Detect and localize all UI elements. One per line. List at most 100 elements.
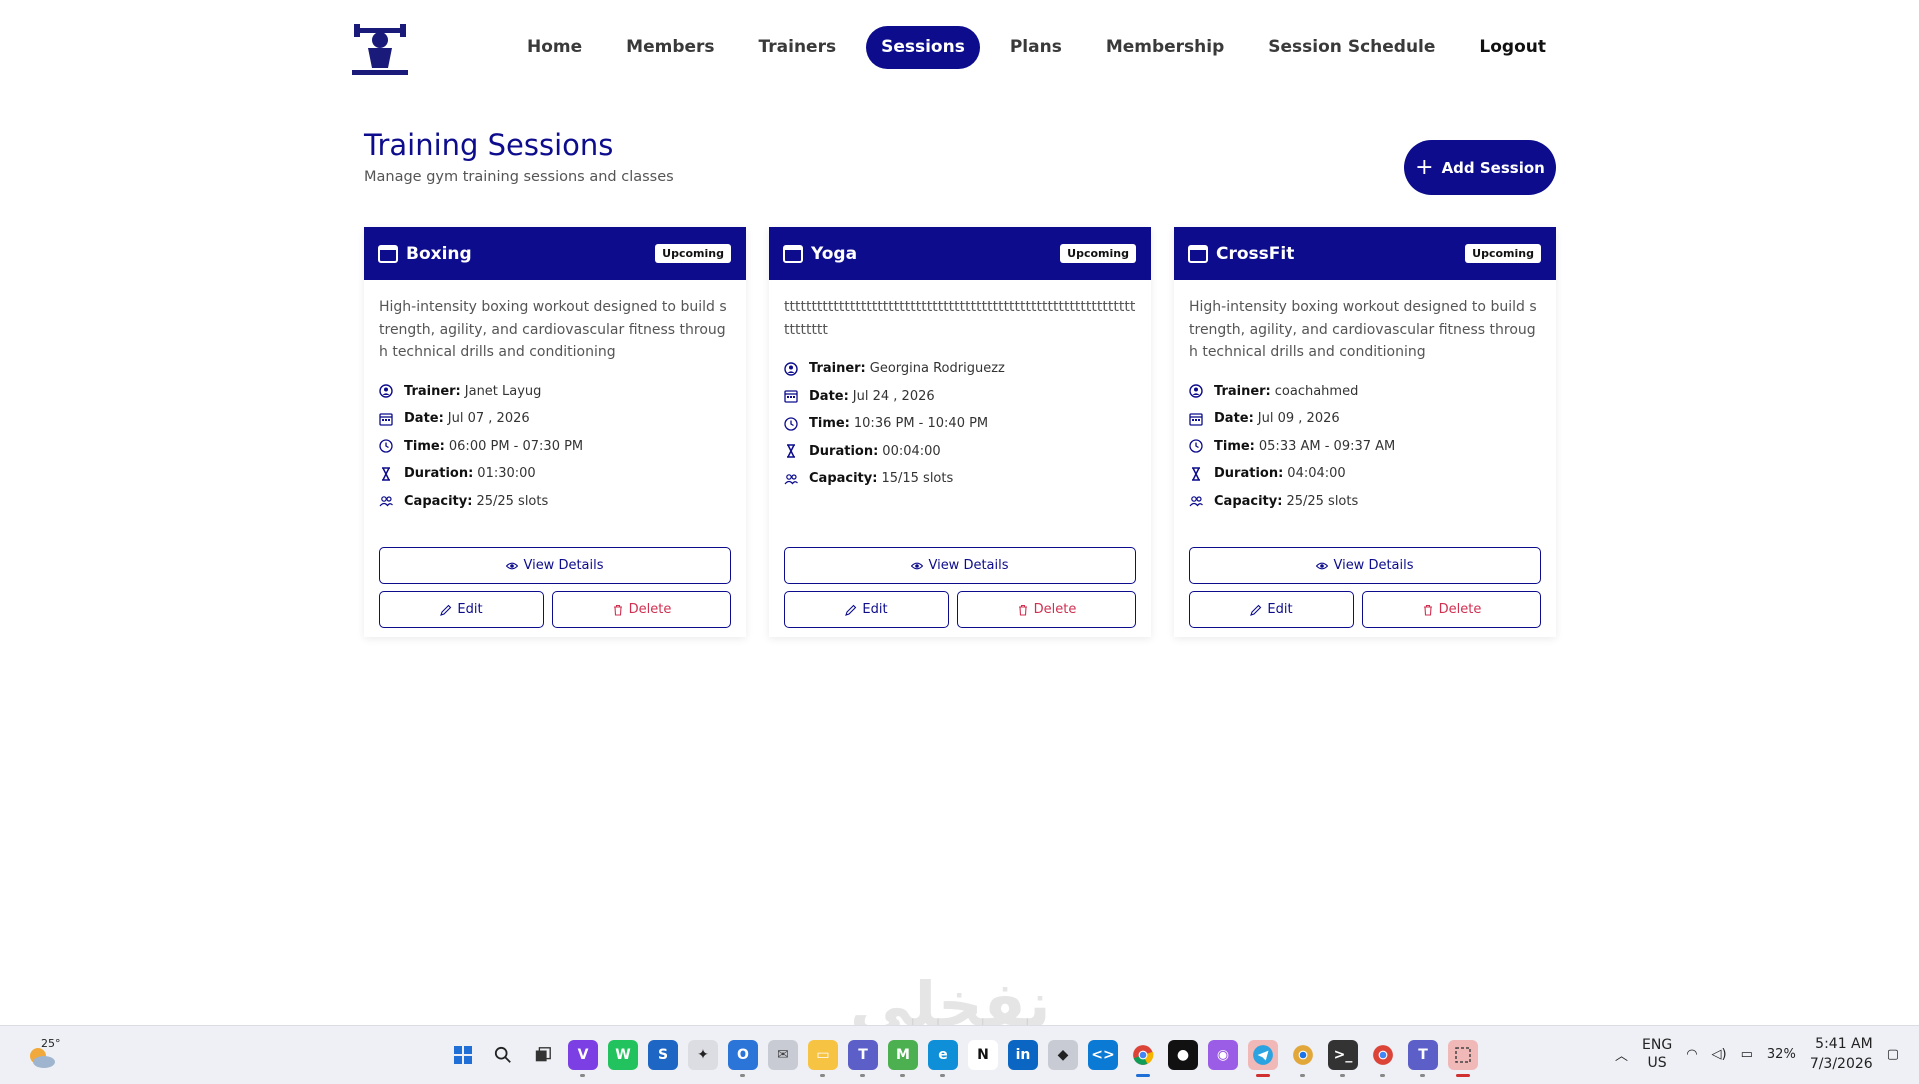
eye-icon: [911, 562, 924, 569]
add-session-label: Add Session: [1441, 158, 1545, 177]
page-subtitle: Manage gym training sessions and classes: [364, 169, 674, 185]
time-label: Time:: [404, 438, 445, 454]
view-details-label: View Details: [523, 558, 604, 573]
teams-icon[interactable]: T: [848, 1040, 878, 1077]
trainer-value: coachahmed: [1274, 383, 1359, 399]
clock-icon: [784, 417, 798, 431]
date-value: Jul 07 , 2026: [447, 411, 530, 427]
status-badge: Upcoming: [655, 244, 731, 263]
date-value: Jul 24 , 2026: [852, 388, 935, 404]
windows-start-icon[interactable]: [448, 1040, 478, 1070]
view-details-button[interactable]: View Details: [1189, 547, 1541, 584]
task-view-icon[interactable]: [528, 1040, 558, 1070]
snipping-tool-icon[interactable]: [1448, 1040, 1478, 1077]
edit-button[interactable]: Edit: [784, 591, 949, 628]
nav-plans[interactable]: Plans: [988, 26, 1084, 69]
pencil-icon: [440, 604, 452, 616]
hourglass-icon: [1192, 467, 1200, 481]
session-card: CrossFit Upcoming High-intensity boxing …: [1174, 227, 1556, 637]
chatgpt-icon[interactable]: ✦: [688, 1040, 718, 1070]
notion-icon[interactable]: N: [968, 1040, 998, 1070]
linkedin-icon[interactable]: in: [1008, 1040, 1038, 1070]
delete-label: Delete: [1033, 602, 1077, 617]
battery-icon[interactable]: ▭: [1741, 1047, 1753, 1062]
delete-button[interactable]: Delete: [957, 591, 1136, 628]
edit-label: Edit: [457, 602, 483, 617]
vscode-icon[interactable]: <>: [1088, 1040, 1118, 1070]
delete-button[interactable]: Delete: [1362, 591, 1541, 628]
view-details-button[interactable]: View Details: [379, 547, 731, 584]
obsidian-icon[interactable]: ◉: [1208, 1040, 1238, 1070]
pencil-icon: [1250, 604, 1262, 616]
chrome-profile-icon[interactable]: [1368, 1040, 1398, 1077]
github-icon[interactable]: ●: [1168, 1040, 1198, 1070]
duration-value: 00:04:00: [882, 443, 941, 459]
language-indicator[interactable]: ENG US: [1642, 1036, 1672, 1072]
status-badge: Upcoming: [1465, 244, 1541, 263]
capacity-value: 25/25 slots: [1286, 493, 1359, 509]
wifi-icon[interactable]: ◠: [1686, 1047, 1697, 1062]
clock-icon: [1189, 439, 1203, 453]
terminal-icon[interactable]: >_: [1328, 1040, 1358, 1077]
status-badge: Upcoming: [1060, 244, 1136, 263]
edit-button[interactable]: Edit: [1189, 591, 1354, 628]
minecraft-icon[interactable]: M: [888, 1040, 918, 1077]
nav-session-schedule[interactable]: Session Schedule: [1246, 26, 1457, 69]
user-circle-icon: [1189, 384, 1203, 398]
trash-icon: [613, 604, 622, 616]
volume-icon[interactable]: ◁): [1712, 1047, 1727, 1062]
search-icon[interactable]: [488, 1040, 518, 1070]
nav-membership[interactable]: Membership: [1084, 26, 1246, 69]
whatsapp-icon[interactable]: W: [608, 1040, 638, 1070]
chrome-dev-icon[interactable]: [1288, 1040, 1318, 1077]
chrome-icon[interactable]: [1128, 1040, 1158, 1077]
capacity-label: Capacity:: [1214, 493, 1283, 509]
file-explorer-icon[interactable]: ▭: [808, 1040, 838, 1077]
chevron-up-icon[interactable]: ︿: [1615, 1045, 1628, 1064]
view-details-button[interactable]: View Details: [784, 547, 1136, 584]
trainer-label: Trainer:: [809, 361, 866, 377]
delete-button[interactable]: Delete: [552, 591, 731, 628]
telegram-icon[interactable]: [1248, 1040, 1278, 1077]
calendar-icon: [378, 245, 398, 263]
taskbar-apps: V W S ✦ O ✉ ▭ T M e N in ◆ <> ● ◉ >_ T: [448, 1040, 1478, 1077]
clock-icon: [379, 439, 393, 453]
trainer-value: Georgina Rodriguezz: [869, 361, 1005, 377]
power-fitness-logo[interactable]: [350, 18, 410, 76]
nav-sessions[interactable]: Sessions: [866, 26, 980, 69]
weather-temp: 25°: [41, 1037, 61, 1050]
mail-icon[interactable]: ✉: [768, 1040, 798, 1070]
outlook-icon[interactable]: O: [728, 1040, 758, 1077]
teams-work-icon[interactable]: T: [1408, 1040, 1438, 1077]
edge-icon[interactable]: e: [928, 1040, 958, 1077]
user-circle-icon: [379, 384, 393, 398]
visual-studio-icon[interactable]: V: [568, 1040, 598, 1077]
nav-logout[interactable]: Logout: [1457, 26, 1568, 69]
add-session-button[interactable]: + Add Session: [1404, 140, 1556, 195]
nav-home[interactable]: Home: [505, 26, 604, 69]
hourglass-icon: [382, 467, 390, 481]
delete-label: Delete: [628, 602, 672, 617]
top-navbar: Home Members Trainers Sessions Plans Mem…: [0, 0, 1919, 95]
microsoft-store-icon[interactable]: S: [648, 1040, 678, 1070]
time-label: Time:: [809, 416, 850, 432]
duration-label: Duration:: [1214, 466, 1284, 482]
view-details-label: View Details: [1333, 558, 1414, 573]
eye-icon: [506, 562, 519, 569]
game-controller-icon[interactable]: ◆: [1048, 1040, 1078, 1070]
date-label: Date:: [1214, 411, 1254, 427]
page-title: Training Sessions: [364, 128, 614, 162]
clock-time: 5:41 AM: [1815, 1036, 1873, 1052]
duration-value: 04:04:00: [1287, 466, 1346, 482]
date-label: Date:: [809, 388, 849, 404]
nav-members[interactable]: Members: [604, 26, 736, 69]
edit-button[interactable]: Edit: [379, 591, 544, 628]
pencil-icon: [845, 604, 857, 616]
clock[interactable]: 5:41 AM 7/3/2026: [1810, 1034, 1873, 1074]
nav-trainers[interactable]: Trainers: [737, 26, 859, 69]
notification-icon[interactable]: ▢: [1887, 1047, 1899, 1062]
calendar-icon: [1188, 245, 1208, 263]
system-tray: ︿ ENG US ◠ ◁) ▭ 32% 5:41 AM 7/3/2026 ▢: [1615, 1034, 1899, 1074]
session-name: Yoga: [811, 243, 858, 264]
trash-icon: [1423, 604, 1432, 616]
